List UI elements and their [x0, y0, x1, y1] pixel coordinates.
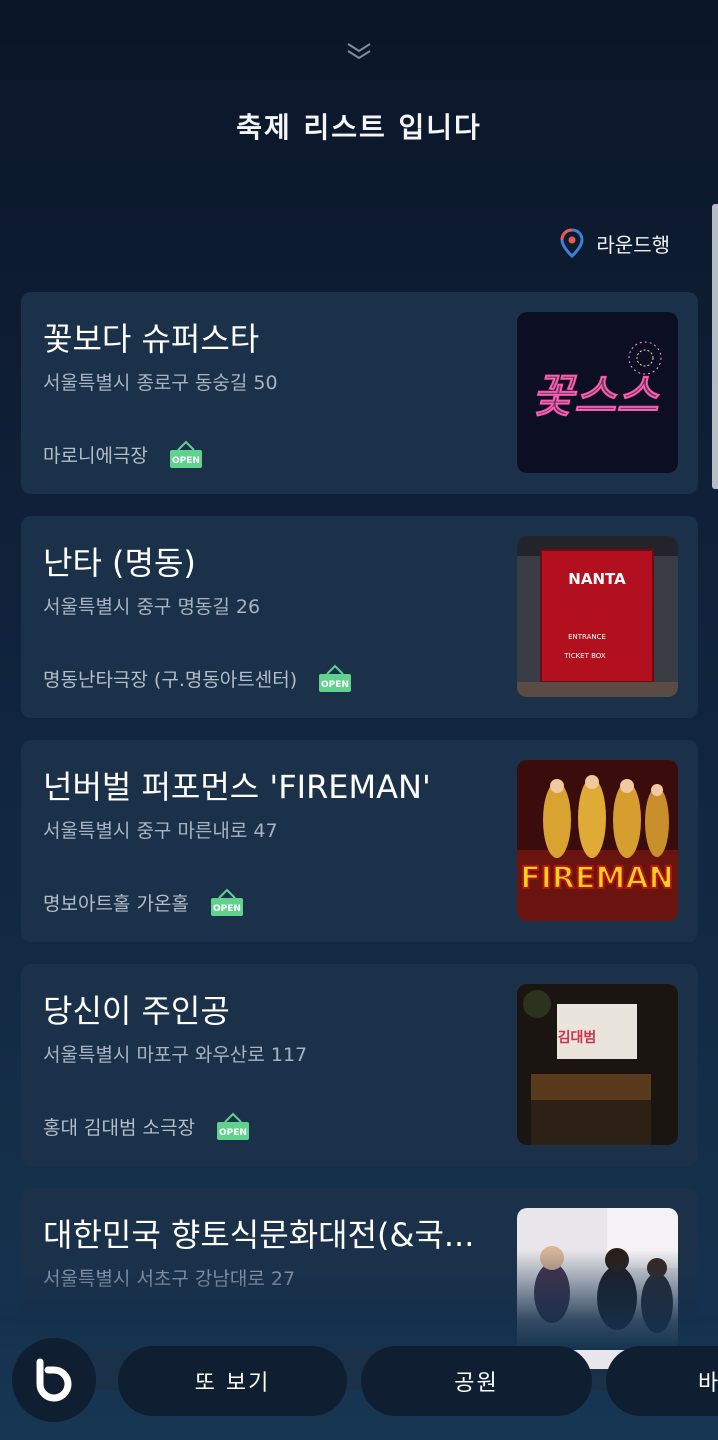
chevron-down-icon[interactable]: [345, 40, 373, 62]
card-address: 서울특별시 중구 마른내로 47: [43, 820, 278, 842]
festival-card[interactable]: 꽃보다 슈퍼스타 서울특별시 종로구 동숭길 50 마로니에극장 OPEN 꽃스…: [21, 292, 698, 494]
card-venue-row: 명동난타극장 (구.명동아트센터) OPEN: [43, 662, 353, 694]
scroll-indicator[interactable]: [712, 204, 718, 489]
thumb-sign-text: 김대범: [558, 1029, 597, 1046]
card-title: 당신이 주인공: [43, 992, 230, 1030]
thumb-poster-text: FIREMAN: [520, 861, 673, 896]
thumb-sign-ticket: TICKET BOX: [563, 652, 605, 660]
card-address: 서울특별시 종로구 동숭길 50: [43, 372, 278, 394]
open-sign-icon: OPEN: [319, 664, 352, 692]
bixby-icon: [36, 1358, 72, 1402]
card-thumbnail: 김대범: [517, 984, 678, 1145]
assistant-button[interactable]: [12, 1338, 96, 1422]
festival-card[interactable]: 당신이 주인공 서울특별시 마포구 와우산로 117 홍대 김대범 소극장 OP…: [21, 964, 698, 1166]
thumb-sign-entrance: ENTRANCE: [568, 633, 606, 641]
page-title: 축제 리스트 입니다: [236, 111, 482, 144]
suggestion-chip-partial[interactable]: 바: [606, 1346, 718, 1416]
card-venue: 홍대 김대범 소극장: [43, 1116, 195, 1139]
svg-text:꽃스스: 꽃스스: [532, 369, 660, 423]
card-address: 서울특별시 마포구 와우산로 117: [43, 1044, 308, 1066]
card-title: 대한민국 향토식문화대전(&국...: [43, 1216, 475, 1254]
round-trip-button[interactable]: 라운드행: [560, 228, 670, 258]
card-venue: 명보아트홀 가온홀: [43, 892, 189, 915]
suggestion-chip-park[interactable]: 공원: [361, 1346, 592, 1416]
open-sign-icon: OPEN: [216, 1112, 249, 1140]
card-venue-row: 명보아트홀 가온홀 OPEN: [43, 886, 245, 918]
card-venue: 명동난타극장 (구.명동아트센터): [43, 668, 298, 691]
card-title: 넌버벌 퍼포먼스 'FIREMAN': [43, 768, 431, 806]
open-sign-text: OPEN: [219, 1128, 247, 1138]
card-title: 꽃보다 슈퍼스타: [43, 320, 260, 358]
round-trip-label: 라운드행: [596, 232, 670, 257]
suggestion-chip-more[interactable]: 또 보기: [118, 1346, 347, 1416]
open-sign-text: OPEN: [172, 456, 200, 466]
festival-list[interactable]: 꽃보다 슈퍼스타 서울특별시 종로구 동숭길 50 마로니에극장 OPEN 꽃스…: [21, 292, 698, 1412]
card-thumbnail: NANTA ENTRANCE TICKET BOX: [517, 536, 678, 697]
festival-card[interactable]: 넌버벌 퍼포먼스 'FIREMAN' 서울특별시 중구 마른내로 47 명보아트…: [21, 740, 698, 942]
open-sign-icon: OPEN: [210, 888, 243, 916]
suggestion-bar: 또 보기 공원 바: [0, 1338, 718, 1422]
map-pin-icon: [560, 228, 584, 258]
thumb-sign-text: NANTA: [568, 570, 626, 588]
card-address: 서울특별시 서초구 강남대로 27: [43, 1268, 296, 1290]
open-sign-text: OPEN: [321, 680, 349, 690]
card-venue-row: 마로니에극장 OPEN: [43, 438, 204, 470]
card-address: 서울특별시 중구 명동길 26: [43, 596, 261, 618]
card-title: 난타 (명동): [43, 544, 196, 582]
card-thumbnail: FIREMAN: [517, 760, 678, 921]
card-thumbnail: 꽃스스 꽃스스: [517, 312, 678, 473]
card-venue-row: 홍대 김대범 소극장 OPEN: [43, 1110, 251, 1142]
open-sign-icon: OPEN: [169, 440, 202, 468]
card-venue: 마로니에극장: [43, 444, 148, 467]
festival-card[interactable]: 난타 (명동) 서울특별시 중구 명동길 26 명동난타극장 (구.명동아트센터…: [21, 516, 698, 718]
open-sign-text: OPEN: [213, 904, 241, 914]
